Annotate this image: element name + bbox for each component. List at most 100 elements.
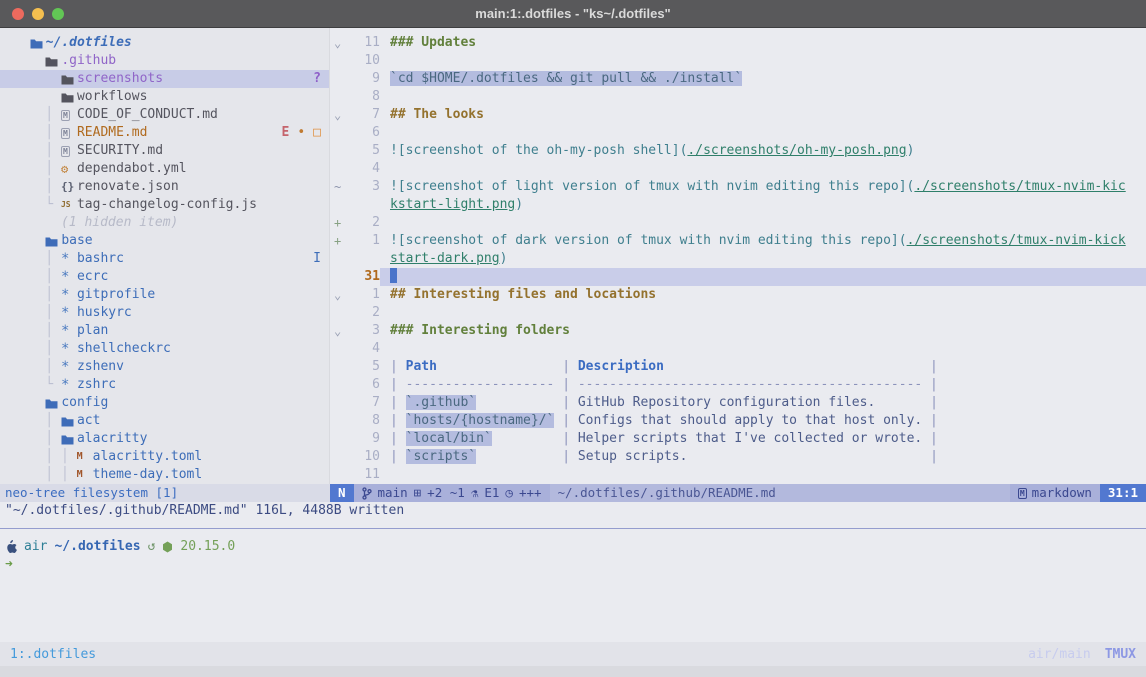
line-content bbox=[380, 160, 1146, 178]
tree-item-dependabot-yml[interactable]: │ ⚙dependabot.yml bbox=[0, 160, 329, 178]
editor-line[interactable]: ~3![screenshot of light version of tmux … bbox=[330, 178, 1146, 196]
markdown-link[interactable]: start-dark.png bbox=[390, 251, 500, 266]
editor-line[interactable]: +1![screenshot of dark version of tmux w… bbox=[330, 232, 1146, 250]
tree-item-dotfiles[interactable]: ~/.dotfiles bbox=[0, 34, 329, 52]
tree-item-alacritty-toml[interactable]: │ │ Malacritty.toml bbox=[0, 448, 329, 466]
editor-line[interactable]: 10 bbox=[330, 52, 1146, 70]
editor-line[interactable]: 7| `.github` | GitHub Repository configu… bbox=[330, 394, 1146, 412]
editor-line[interactable]: 2 bbox=[330, 304, 1146, 322]
tree-item-label: shellcheckrc bbox=[77, 340, 171, 358]
tree-item-config[interactable]: config bbox=[0, 394, 329, 412]
text-span: Description bbox=[578, 359, 664, 374]
text-span: | bbox=[390, 413, 406, 428]
dotfile-icon: * bbox=[61, 376, 77, 394]
markdown-link[interactable]: ./screenshots/tmux-nvim-kick bbox=[907, 233, 1126, 248]
tmux-session-label: air/main bbox=[1028, 647, 1091, 662]
editor-line[interactable]: +2 bbox=[330, 214, 1146, 232]
editor-line[interactable]: ⌄7## The looks bbox=[330, 106, 1146, 124]
fold-marker-icon[interactable]: ⌄ bbox=[330, 106, 346, 124]
apple-icon bbox=[5, 540, 17, 554]
text-span bbox=[875, 395, 922, 410]
tree-item-1-hidden-item[interactable]: (1 hidden item) bbox=[0, 214, 329, 232]
line-content: ## The looks bbox=[380, 106, 1146, 124]
editor-line[interactable]: 8 bbox=[330, 88, 1146, 106]
tree-guide bbox=[14, 214, 61, 232]
minimize-button[interactable] bbox=[32, 8, 44, 20]
editor-line[interactable]: 6| ------------------- | ---------------… bbox=[330, 376, 1146, 394]
editor-line[interactable]: 5| Path | Description | bbox=[330, 358, 1146, 376]
markdown-file-icon: M bbox=[61, 110, 77, 121]
tree-item-gitprofile[interactable]: │ *gitprofile bbox=[0, 286, 329, 304]
gutter-space bbox=[330, 70, 346, 88]
fold-marker-icon[interactable]: ⌄ bbox=[330, 34, 346, 52]
file-path: ~/.dotfiles/.github/README.md bbox=[550, 484, 1010, 502]
tmux-pane-bottom[interactable]: air ~/.dotfiles ↺ 20.15.0 ➜ bbox=[0, 520, 1146, 642]
tree-item-act[interactable]: │ act bbox=[0, 412, 329, 430]
tree-item-github[interactable]: .github bbox=[0, 52, 329, 70]
json-icon: {} bbox=[61, 178, 77, 196]
tree-item-zshenv[interactable]: │ *zshenv bbox=[0, 358, 329, 376]
editor-line[interactable]: start-dark.png) bbox=[330, 250, 1146, 268]
tree-item-label: renovate.json bbox=[77, 178, 179, 196]
tree-item-code-of-conduct-md[interactable]: │ MCODE_OF_CONDUCT.md bbox=[0, 106, 329, 124]
gear-icon: ⚙ bbox=[61, 160, 77, 178]
close-button[interactable] bbox=[12, 8, 24, 20]
tree-item-label: (1 hidden item) bbox=[61, 214, 178, 232]
editor-line[interactable]: 10| `scripts` | Setup scripts. | bbox=[330, 448, 1146, 466]
fold-marker-icon[interactable]: ⌄ bbox=[330, 322, 346, 340]
tree-guide: │ bbox=[14, 250, 61, 268]
tree-item-label: alacritty.toml bbox=[93, 448, 203, 466]
tree-item-alacritty[interactable]: │ alacritty bbox=[0, 430, 329, 448]
zoom-button[interactable] bbox=[52, 8, 64, 20]
tree-item-readme-md[interactable]: │ MREADME.mdE•□ bbox=[0, 124, 329, 142]
tree-item-shellcheckrc[interactable]: │ *shellcheckrc bbox=[0, 340, 329, 358]
editor-line[interactable]: 8| `hosts/{hostname}/` | Configs that sh… bbox=[330, 412, 1146, 430]
gutter-space bbox=[330, 376, 346, 394]
tree-item-security-md[interactable]: │ MSECURITY.md bbox=[0, 142, 329, 160]
tree-item-label: ecrc bbox=[77, 268, 108, 286]
markdown-link[interactable]: ./screenshots/tmux-nvim-kic bbox=[914, 179, 1125, 194]
tree-item-base[interactable]: base bbox=[0, 232, 329, 250]
tree-item-label: config bbox=[61, 394, 108, 412]
tree-item-tag-changelog-config-js[interactable]: └ JStag-changelog-config.js bbox=[0, 196, 329, 214]
text-span: ![screenshot of light version of tmux wi… bbox=[390, 179, 914, 194]
editor-line[interactable]: 4 bbox=[330, 340, 1146, 358]
editor-line[interactable]: 9| `local/bin` | Helper scripts that I'v… bbox=[330, 430, 1146, 448]
gutter-space bbox=[330, 358, 346, 376]
editor-line[interactable]: 4 bbox=[330, 160, 1146, 178]
fold-marker-icon[interactable]: ⌄ bbox=[330, 286, 346, 304]
gutter-space bbox=[330, 448, 346, 466]
tree-item-renovate-json[interactable]: │ {}renovate.json bbox=[0, 178, 329, 196]
tree-item-huskyrc[interactable]: │ *huskyrc bbox=[0, 304, 329, 322]
text-span: ![screenshot of the oh-my-posh shell]( bbox=[390, 143, 687, 158]
editor-line[interactable]: 6 bbox=[330, 124, 1146, 142]
editor-line[interactable]: kstart-light.png) bbox=[330, 196, 1146, 214]
editor-line[interactable]: 9`cd $HOME/.dotfiles && git pull && ./in… bbox=[330, 70, 1146, 88]
text-span: ) bbox=[500, 251, 508, 266]
tree-item-ecrc[interactable]: │ *ecrc bbox=[0, 268, 329, 286]
tree-item-theme-day-toml[interactable]: │ │ Mtheme-day.toml bbox=[0, 466, 329, 484]
editor-line[interactable]: 5![screenshot of the oh-my-posh shell](.… bbox=[330, 142, 1146, 160]
tmux-pane-divider[interactable] bbox=[0, 528, 1146, 529]
markdown-link[interactable]: kstart-light.png bbox=[390, 197, 515, 212]
tree-item-label: tag-changelog-config.js bbox=[77, 196, 257, 214]
tree-item-zshrc[interactable]: └ *zshrc bbox=[0, 376, 329, 394]
editor-line-current[interactable]: 31 bbox=[330, 268, 1146, 286]
editor-line[interactable]: 11 bbox=[330, 466, 1146, 484]
markdown-link[interactable]: ./screenshots/oh-my-posh.png bbox=[687, 143, 906, 158]
tmux-badge: TMUX bbox=[1105, 647, 1136, 662]
tree-guide: │ bbox=[14, 124, 61, 142]
tree-guide: │ │ bbox=[14, 448, 77, 466]
dotfile-icon: * bbox=[61, 250, 77, 268]
line-content: ![screenshot of dark version of tmux wit… bbox=[380, 232, 1146, 250]
tree-item-workflows[interactable]: workflows bbox=[0, 88, 329, 106]
tmux-window-label[interactable]: 1:.dotfiles bbox=[10, 647, 96, 662]
editor-line[interactable]: ⌄1## Interesting files and locations bbox=[330, 286, 1146, 304]
tree-item-plan[interactable]: │ *plan bbox=[0, 322, 329, 340]
editor-line[interactable]: ⌄3### Interesting folders bbox=[330, 322, 1146, 340]
tree-item-bashrc[interactable]: │ *bashrcI bbox=[0, 250, 329, 268]
tree-item-screenshots[interactable]: screenshots? bbox=[0, 70, 329, 88]
line-content: | `scripts` | Setup scripts. | bbox=[380, 448, 1146, 466]
line-number bbox=[346, 196, 380, 214]
editor-line[interactable]: ⌄11### Updates bbox=[330, 34, 1146, 52]
